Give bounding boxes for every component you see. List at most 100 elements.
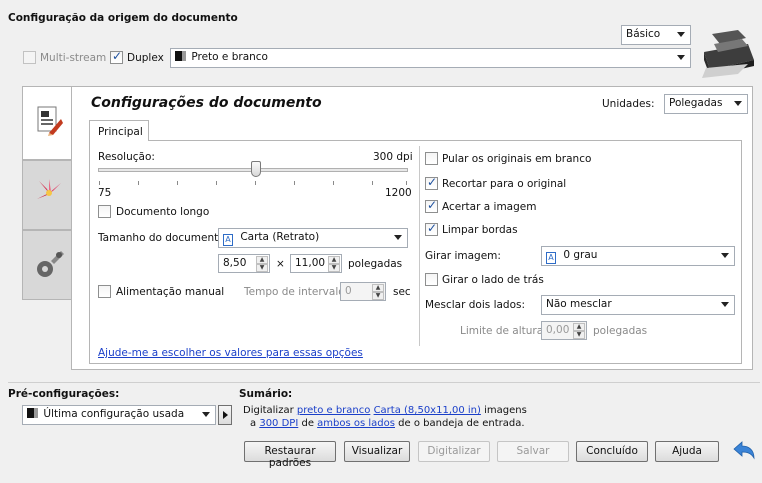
times-sign: × [276, 258, 285, 270]
column-divider [419, 146, 420, 346]
height-limit-stepper[interactable]: 0,00 ▲ ▼ [541, 321, 587, 340]
restore-defaults-button[interactable]: Restaurar padrões [244, 441, 336, 469]
straighten-image-label: Acertar a imagem [442, 201, 537, 213]
summary-text: de o bandeja de entrada. [398, 418, 525, 429]
stepper-up-icon[interactable]: ▲ [372, 284, 384, 292]
chevron-down-icon [721, 302, 729, 307]
scan-button[interactable]: Digitalizar [418, 441, 490, 462]
presets-label: Pré-configurações: [8, 388, 120, 400]
units-label: Unidades: [602, 98, 655, 110]
mode-select[interactable]: Básico [621, 25, 691, 45]
chevron-down-icon [677, 55, 685, 60]
crop-original-checkbox[interactable] [425, 175, 438, 190]
help-button[interactable]: Ajuda [655, 441, 719, 462]
interval-unit-label: sec [393, 286, 411, 298]
summary-link-color[interactable]: preto e branco [297, 405, 370, 416]
summary-link-sides[interactable]: ambos os lados [317, 418, 395, 429]
document-settings-title: Configurações do documento [91, 95, 322, 111]
presets-value: Última configuração usada [43, 408, 185, 420]
long-document-checkbox[interactable] [98, 205, 111, 218]
presets-menu-button[interactable] [218, 405, 232, 425]
slider-tick [294, 181, 295, 185]
interval-value: 0 [345, 285, 352, 297]
page-icon: A [546, 252, 556, 264]
height-limit-label: Limite de altura: [460, 325, 547, 337]
clean-edges-checkbox[interactable] [425, 221, 438, 236]
manual-feed-label: Alimentação manual [116, 286, 225, 298]
resolution-label: Resolução: [98, 151, 155, 163]
help-choose-link[interactable]: Ajude-me a escolher os valores para essa… [98, 347, 363, 359]
back-arrow-icon[interactable] [732, 440, 756, 462]
duplex-checkbox[interactable] [110, 49, 123, 64]
height-limit-unit: polegadas [593, 325, 648, 337]
resolution-slider-thumb[interactable] [251, 161, 261, 177]
units-select[interactable]: Polegadas [664, 94, 748, 114]
long-document-label: Documento longo [116, 206, 210, 218]
stepper-down-icon[interactable]: ▼ [573, 331, 585, 339]
done-button[interactable]: Concluído [576, 441, 648, 462]
merge-sides-select[interactable]: Não mesclar [541, 295, 735, 315]
stepper-down-icon[interactable]: ▼ [328, 264, 340, 272]
chevron-down-icon [721, 253, 729, 258]
chevron-right-icon [223, 411, 228, 419]
height-stepper[interactable]: 11,00 ▲ ▼ [290, 254, 342, 273]
summary-link-dpi[interactable]: 300 DPI [259, 418, 298, 429]
stepper-up-icon[interactable]: ▲ [573, 323, 585, 331]
presets-select[interactable]: Última configuração usada [22, 405, 216, 425]
color-mode-icon [27, 408, 38, 418]
skip-blank-label: Pular os originais em branco [442, 153, 592, 165]
multistream-checkbox[interactable] [23, 51, 36, 64]
rotate-back-checkbox[interactable] [425, 273, 438, 286]
skip-blank-checkbox[interactable] [425, 152, 438, 165]
page-icon: A [223, 234, 233, 246]
chevron-down-icon [394, 235, 402, 240]
merge-sides-label: Mesclar dois lados: [425, 299, 526, 311]
stepper-up-icon[interactable]: ▲ [256, 256, 268, 264]
summary-text: imagens [484, 405, 527, 416]
divider [8, 382, 760, 383]
document-size-select[interactable]: A Carta (Retrato) [218, 228, 408, 248]
crop-original-label: Recortar para o original [442, 178, 567, 190]
slider-tick [255, 181, 256, 185]
save-button[interactable]: Salvar [497, 441, 569, 462]
slider-min-label: 75 [98, 187, 112, 199]
stepper-down-icon[interactable]: ▼ [372, 292, 384, 300]
stepper-up-icon[interactable]: ▲ [328, 256, 340, 264]
straighten-image-checkbox[interactable] [425, 198, 438, 213]
gear-icon [33, 249, 65, 281]
color-mode-select[interactable]: Preto e branco [170, 48, 691, 68]
document-size-value: Carta (Retrato) [240, 231, 320, 243]
summary-line-1: Digitalizar preto e branco Carta (8,50x1… [243, 405, 527, 416]
size-unit-label: polegadas [348, 258, 403, 270]
clean-edges-label: Limpar bordas [442, 224, 518, 236]
color-mode-value: Preto e branco [191, 51, 268, 63]
slider-tick [138, 181, 139, 185]
tab-principal[interactable]: Principal [89, 120, 149, 141]
tab-advanced-settings[interactable] [22, 230, 72, 300]
width-stepper[interactable]: 8,50 ▲ ▼ [218, 254, 270, 273]
height-value: 11,00 [295, 257, 326, 269]
summary-link-size[interactable]: Carta (8,50x11,00 in) [374, 405, 481, 416]
rotate-image-select[interactable]: A 0 grau [541, 246, 735, 266]
mode-select-value: Básico [626, 28, 661, 40]
rotate-image-label: Girar imagem: [425, 250, 501, 262]
interval-stepper[interactable]: 0 ▲ ▼ [340, 282, 386, 301]
rotate-image-value: 0 grau [563, 249, 598, 261]
slider-tick [406, 181, 407, 185]
document-settings-icon [35, 105, 63, 137]
slider-max-label: 1200 [385, 187, 412, 199]
tab-image-settings[interactable] [22, 160, 72, 230]
document-size-label: Tamanho do documento: [98, 232, 229, 244]
width-value: 8,50 [223, 257, 247, 269]
manual-feed-checkbox[interactable] [98, 285, 111, 298]
slider-tick [216, 181, 217, 185]
preview-button[interactable]: Visualizar [344, 441, 410, 462]
tab-document-settings[interactable] [22, 86, 72, 160]
summary-text: a [250, 418, 257, 429]
chevron-down-icon [677, 32, 685, 37]
interval-label: Tempo de intervalo: [244, 286, 349, 298]
units-value: Polegadas [669, 97, 723, 109]
stepper-down-icon[interactable]: ▼ [256, 264, 268, 272]
slider-tick [372, 181, 373, 185]
tab-principal-label: Principal [98, 126, 143, 138]
